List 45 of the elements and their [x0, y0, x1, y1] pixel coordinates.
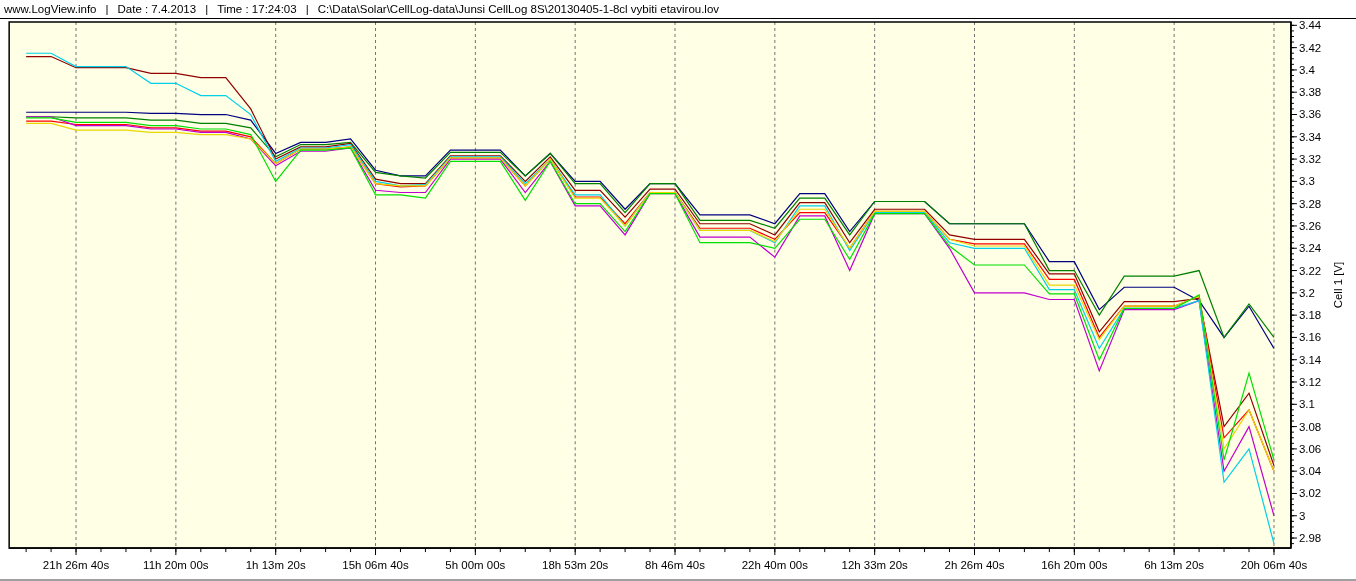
tick-label: 3 [1298, 509, 1306, 522]
tick-label: 1h 13m 20s [245, 559, 306, 571]
site-label: www.LogView.info [4, 3, 97, 15]
tick-label: 3.06 [1298, 442, 1322, 455]
tick-label: 3.1 [1298, 398, 1315, 411]
tick-label: 6h 13m 20s [1144, 559, 1205, 571]
file-path: C:\Data\Solar\CellLog-data\Junsi CellLog 8S\20130405-1-8cl vybiti etavirou.lov [317, 3, 720, 15]
axis-title: Cell 1 [V] [1331, 261, 1344, 309]
tick-label: 3.14 [1298, 353, 1322, 366]
tick-label: 8h 46m 40s [645, 559, 705, 571]
tick-label: 3.02 [1298, 487, 1322, 500]
tick-label: 3.12 [1298, 375, 1322, 388]
tick-label: 3.32 [1298, 153, 1322, 166]
tick-label: 3.24 [1298, 242, 1322, 255]
tick-label: 3.36 [1298, 108, 1322, 121]
tick-label: 3.04 [1298, 465, 1322, 478]
separator: | [205, 3, 209, 15]
tick-label: 3.42 [1298, 41, 1322, 54]
tick-label: 3.38 [1298, 86, 1322, 99]
separator: | [105, 3, 109, 15]
tick-label: 21h 26m 40s [42, 559, 110, 571]
header-text: Time : 17:24:03 [217, 3, 297, 15]
tick-label: 22h 40m 00s [741, 559, 808, 571]
tick-label: 2h 26m 40s [944, 559, 1005, 571]
header-text: Date : 7.4.2013 [117, 3, 197, 15]
tick-label: 18h 53m 20s [542, 559, 609, 571]
tick-label: 3.34 [1298, 130, 1322, 143]
tick-label: 20h 06m 40s [1240, 559, 1308, 571]
tick-label: 11h 20m 00s [143, 559, 209, 571]
tick-label: 16h 20m 00s [1041, 559, 1108, 571]
tick-label: 3.2 [1298, 286, 1315, 299]
tick-label: 3.18 [1298, 309, 1322, 322]
tick-label: 3.16 [1298, 331, 1322, 344]
tick-label: 3.3 [1298, 175, 1315, 188]
tick-label: 3.22 [1298, 264, 1322, 277]
tick-label: 2.98 [1298, 532, 1322, 544]
tick-label: 3.44 [1298, 19, 1322, 32]
separator: | [305, 3, 309, 15]
tick-label: 3.26 [1298, 219, 1322, 232]
tick-label: 3.28 [1298, 197, 1322, 210]
tick-label: 3.08 [1298, 420, 1322, 433]
tick-label: 5h 00m 00s [445, 559, 506, 571]
tick-label: 15h 06m 40s [342, 559, 409, 571]
tick-label: 12h 33m 20s [841, 559, 908, 571]
tick-label: 3.4 [1298, 63, 1315, 76]
